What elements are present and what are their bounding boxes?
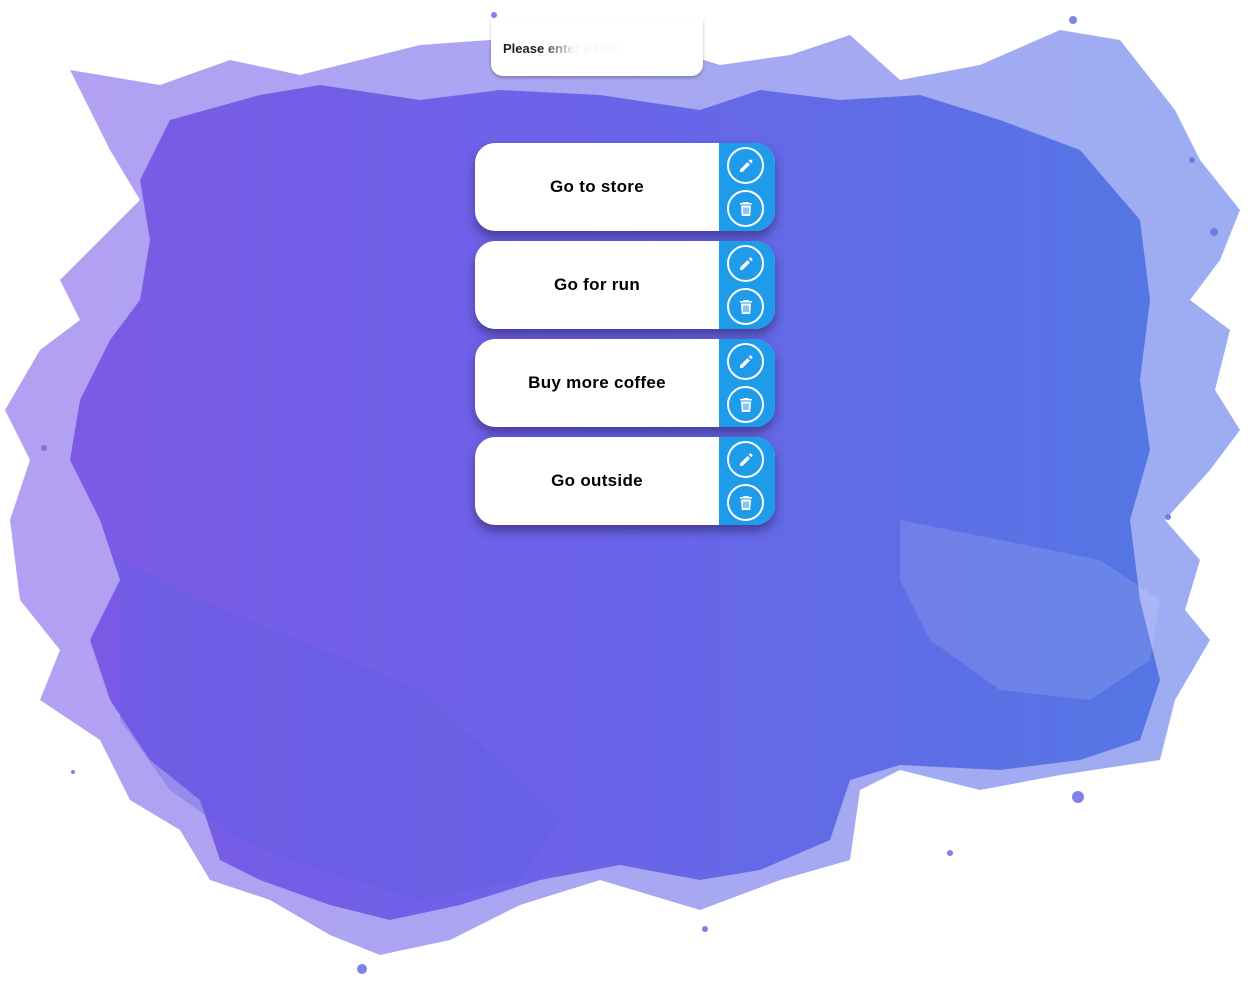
todo-text: Go to store <box>550 177 644 196</box>
pencil-icon <box>739 256 753 270</box>
edit-button[interactable] <box>727 245 764 282</box>
todo-item: Go to store <box>475 143 775 231</box>
todo-actions-panel <box>719 437 775 525</box>
trash-icon <box>739 201 752 216</box>
pencil-icon <box>739 354 753 368</box>
trash-icon <box>739 397 752 412</box>
delete-button[interactable] <box>727 190 764 227</box>
delete-button[interactable] <box>727 484 764 521</box>
new-todo-input[interactable] <box>503 38 693 58</box>
todo-actions-panel <box>719 143 775 231</box>
edit-button[interactable] <box>727 147 764 184</box>
trash-icon <box>739 495 752 510</box>
edit-button[interactable] <box>727 441 764 478</box>
edit-button[interactable] <box>727 343 764 380</box>
pencil-icon <box>739 158 753 172</box>
todo-text: Go outside <box>551 471 643 490</box>
app-stage: Go to store Go for run <box>0 0 1251 981</box>
todo-actions-panel <box>719 241 775 329</box>
delete-button[interactable] <box>727 288 764 325</box>
todo-item: Go outside <box>475 437 775 525</box>
new-todo-card <box>491 18 703 76</box>
pencil-icon <box>739 452 753 466</box>
todo-text: Go for run <box>553 275 641 294</box>
trash-icon <box>739 299 752 314</box>
todo-item: Go for run <box>475 241 775 329</box>
todo-text: Buy more coffee <box>528 373 666 392</box>
todo-item: Buy more coffee <box>475 339 775 427</box>
delete-button[interactable] <box>727 386 764 423</box>
todo-list: Go to store Go for run Buy more coffee G… <box>475 143 775 535</box>
todo-actions-panel <box>719 339 775 427</box>
